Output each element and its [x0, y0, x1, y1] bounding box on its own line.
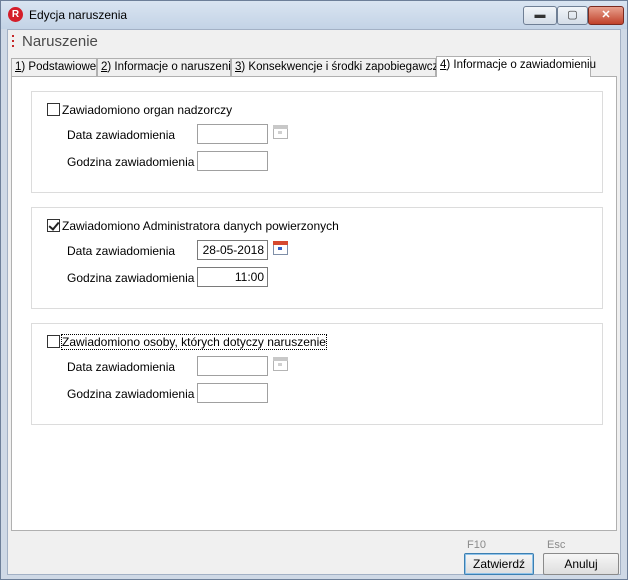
time-input[interactable]	[197, 383, 268, 403]
time-label: Godzina zawiadomienia	[67, 271, 195, 285]
date-input[interactable]: 28-05-2018	[197, 240, 268, 260]
time-label: Godzina zawiadomienia	[67, 155, 195, 169]
checkbox-label: Zawiadomiono osoby, których dotyczy naru…	[61, 334, 327, 350]
confirm-button[interactable]: Zatwierdź	[464, 553, 534, 575]
checkbox-row[interactable]: Zawiadomiono Administratora danych powie…	[47, 219, 339, 233]
tab-panel: Zawiadomiono organ nadzorczy Data zawiad…	[11, 76, 617, 531]
checkbox-label: Zawiadomiono Administratora danych powie…	[62, 219, 339, 233]
date-label: Data zawiadomienia	[67, 128, 176, 142]
minimize-button[interactable]: ▬	[523, 6, 557, 25]
time-input[interactable]: 11:00	[197, 267, 268, 287]
calendar-icon[interactable]	[273, 357, 288, 371]
tab-label: ) Podstawiowe	[21, 61, 97, 73]
group-administrator: Zawiadomiono Administratora danych powie…	[31, 207, 603, 309]
maximize-icon: ▢	[567, 9, 578, 21]
date-input[interactable]	[197, 124, 268, 144]
checkbox-row[interactable]: Zawiadomiono osoby, których dotyczy naru…	[47, 334, 327, 350]
calendar-icon[interactable]	[273, 241, 288, 255]
calendar-icon[interactable]	[273, 125, 288, 139]
tab-podstawowe[interactable]: 1) Podstawiowe	[11, 58, 97, 76]
window-title: Edycja naruszenia	[29, 8, 128, 22]
time-label: Godzina zawiadomienia	[67, 387, 195, 401]
checkbox-row[interactable]: Zawiadomiono organ nadzorczy	[47, 103, 232, 117]
page-title: Naruszenie	[22, 33, 98, 50]
group-organ-nadzorczy: Zawiadomiono organ nadzorczy Data zawiad…	[31, 91, 603, 193]
date-input[interactable]	[197, 356, 268, 376]
date-label: Data zawiadomienia	[67, 360, 176, 374]
group-osoby: Zawiadomiono osoby, których dotyczy naru…	[31, 323, 603, 425]
tab-informacje-o-naruszeniu[interactable]: 2) Informacje o naruszeniu	[97, 58, 237, 76]
date-label: Data zawiadomienia	[67, 244, 176, 258]
tab-label: ) Informacje o naruszeniu	[107, 61, 238, 73]
dialog-body: Naruszenie 1) Podstawiowe 2) Informacje …	[7, 29, 621, 575]
cancel-shortcut: Esc	[547, 539, 566, 551]
close-icon: ✕	[601, 9, 611, 21]
app-logo-icon: R	[8, 7, 23, 22]
tab-label: ) Informacje o zawiadomieniu	[446, 59, 596, 71]
tab-konsekwencje[interactable]: 3) Konsekwencje i środki zapobiegawcze	[231, 58, 445, 76]
cancel-button[interactable]: Anuluj	[543, 553, 619, 575]
title-bar[interactable]: R Edycja naruszenia ▬ ▢ ✕	[1, 1, 627, 29]
checkbox-label: Zawiadomiono organ nadzorczy	[62, 103, 233, 117]
confirm-shortcut: F10	[467, 539, 486, 551]
time-input[interactable]	[197, 151, 268, 171]
dialog-window: R Edycja naruszenia ▬ ▢ ✕ Naruszenie 1) …	[0, 0, 628, 580]
checkbox-organ-nadzorczy[interactable]	[47, 103, 60, 116]
header-dots-icon	[12, 35, 15, 51]
checkbox-administrator[interactable]	[47, 219, 60, 232]
checkbox-osoby[interactable]	[47, 335, 60, 348]
tab-label: ) Konsekwencje i środki zapobiegawcze	[241, 61, 445, 73]
close-button[interactable]: ✕	[588, 6, 624, 25]
tab-informacje-o-zawiadomieniu[interactable]: 4) Informacje o zawiadomieniu	[436, 56, 596, 77]
maximize-button[interactable]: ▢	[557, 6, 588, 25]
minimize-icon: ▬	[534, 9, 546, 21]
